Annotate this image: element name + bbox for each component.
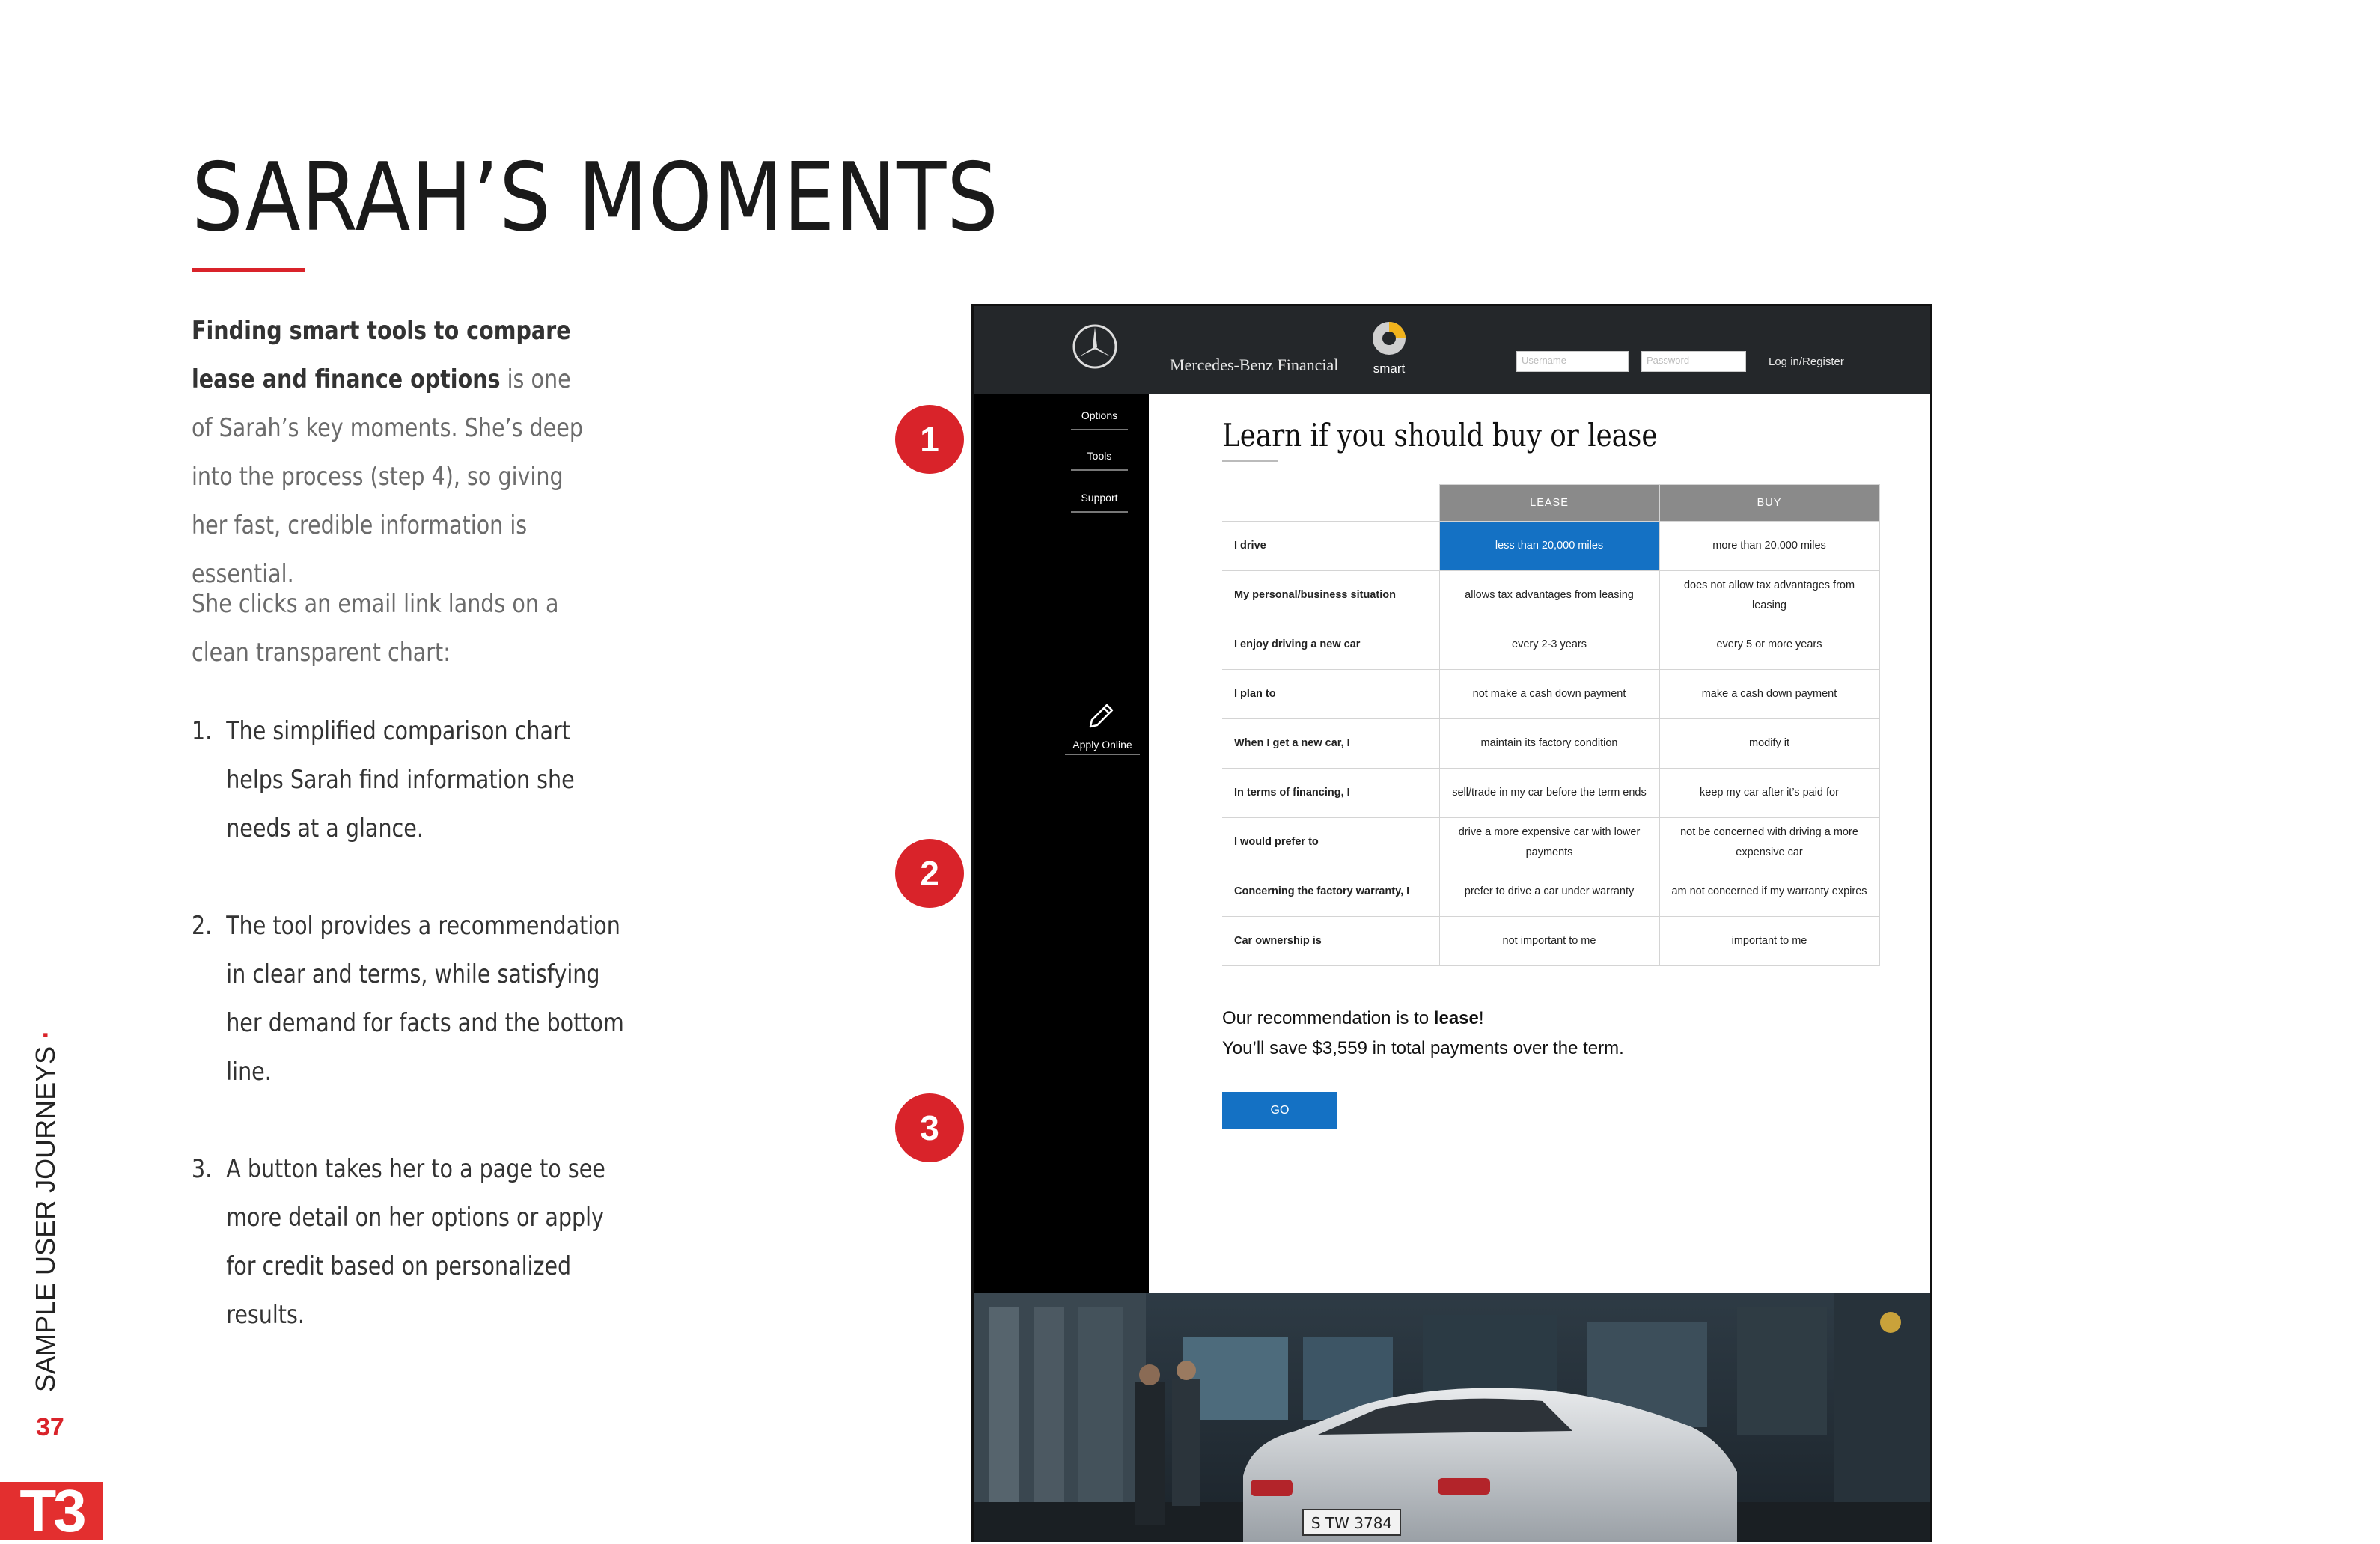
- license-plate: S TW 3784: [1311, 1514, 1392, 1532]
- list-number: 3.: [192, 1154, 213, 1184]
- t3-logo: T3: [0, 1481, 103, 1541]
- lease-option[interactable]: drive a more expensive car with lower pa…: [1438, 817, 1660, 867]
- list-item: 3. A button takes her to a page to see mo…: [192, 1145, 632, 1340]
- sidebar-item-options[interactable]: Options: [1071, 409, 1128, 430]
- list-number: 2.: [192, 911, 213, 941]
- intro-paragraph: Finding smart tools to compare lease and…: [192, 307, 594, 599]
- list-item: 2. The tool provides a recommendation in …: [192, 902, 632, 1096]
- lease-option-selected[interactable]: less than 20,000 miles: [1438, 521, 1660, 571]
- site-header: Mercedes-Benz Financial smart Username P…: [974, 306, 1930, 394]
- recommendation-choice: lease: [1433, 1008, 1479, 1028]
- table-row: Car ownership is not important to me imp…: [1222, 916, 1880, 966]
- lease-option[interactable]: not important to me: [1438, 916, 1660, 966]
- buy-option[interactable]: more than 20,000 miles: [1659, 521, 1880, 571]
- site-sidebar: Options Tools Support Apply Online: [974, 394, 1149, 1293]
- buy-option[interactable]: not be concerned with driving a more exp…: [1659, 817, 1880, 867]
- street-photo: S TW 3784: [974, 1293, 1930, 1542]
- heading-underline: [1222, 460, 1278, 462]
- row-label: I plan to: [1222, 669, 1440, 719]
- lease-option[interactable]: allows tax advantages from leasing: [1438, 570, 1660, 620]
- section-label-text: SAMPLE USER JOURNEYS: [30, 1046, 61, 1392]
- page-title: SARAH’S MOMENTS: [192, 142, 999, 252]
- buy-option[interactable]: important to me: [1659, 916, 1880, 966]
- buy-option[interactable]: keep my car after it’s paid for: [1659, 768, 1880, 818]
- buy-option[interactable]: does not allow tax advantages from leasi…: [1659, 570, 1880, 620]
- lease-option[interactable]: sell/trade in my car before the term end…: [1438, 768, 1660, 818]
- table-row: In terms of financing, I sell/trade in m…: [1222, 768, 1880, 818]
- callout-badge-2: 2: [895, 839, 964, 908]
- page-number: 37: [36, 1413, 64, 1441]
- table-row: I enjoy driving a new car every 2-3 year…: [1222, 620, 1880, 670]
- moments-list: 1. The simplified comparison chart helps …: [192, 707, 632, 1388]
- login-register-link[interactable]: Log in/Register: [1769, 356, 1844, 368]
- buy-option[interactable]: am not concerned if my warranty expires: [1659, 867, 1880, 917]
- table-row: When I get a new car, I maintain its fac…: [1222, 718, 1880, 769]
- table-row: My personal/business situation allows ta…: [1222, 570, 1880, 620]
- context-paragraph: She clicks an email link lands on a clea…: [192, 589, 559, 668]
- row-label: I enjoy driving a new car: [1222, 620, 1440, 670]
- password-input[interactable]: Password: [1641, 351, 1746, 372]
- callout-badge-3: 3: [895, 1093, 964, 1162]
- lease-column-header: LEASE: [1438, 484, 1660, 522]
- table-row: I would prefer to drive a more expensive…: [1222, 817, 1880, 867]
- table-row: I plan to not make a cash down payment m…: [1222, 669, 1880, 719]
- recommendation-suffix: !: [1478, 1008, 1484, 1028]
- comparison-table: LEASE BUY I drive less than 20,000 miles…: [1222, 484, 1880, 966]
- list-item: 1. The simplified comparison chart helps …: [192, 707, 632, 853]
- section-label: SAMPLE USER JOURNEYS ·: [30, 1030, 61, 1392]
- callout-badge-1: 1: [895, 405, 964, 474]
- buy-option[interactable]: make a cash down payment: [1659, 669, 1880, 719]
- row-label: Concerning the factory warranty, I: [1222, 867, 1440, 917]
- apply-online-link[interactable]: Apply Online: [1065, 739, 1140, 755]
- table-row: I drive less than 20,000 miles more than…: [1222, 521, 1880, 571]
- recommendation-prefix: Our recommendation is to: [1222, 1008, 1434, 1028]
- recommendation-text: Our recommendation is to lease!: [1222, 1008, 1484, 1029]
- lease-option[interactable]: every 2-3 years: [1438, 620, 1660, 670]
- row-label: I would prefer to: [1222, 817, 1440, 867]
- lease-option[interactable]: prefer to drive a car under warranty: [1438, 867, 1660, 917]
- buy-option[interactable]: every 5 or more years: [1659, 620, 1880, 670]
- table-header-row: LEASE BUY: [1222, 484, 1880, 522]
- row-label: In terms of financing, I: [1222, 768, 1440, 818]
- smart-brand-label: smart: [1373, 361, 1406, 376]
- buy-option[interactable]: modify it: [1659, 718, 1880, 769]
- table-row: Concerning the factory warranty, I prefe…: [1222, 867, 1880, 917]
- smart-logo-icon[interactable]: [1370, 320, 1408, 357]
- row-label: I drive: [1222, 521, 1440, 571]
- username-input[interactable]: Username: [1516, 351, 1629, 372]
- savings-text: You’ll save $3,559 in total payments ove…: [1222, 1038, 1624, 1058]
- mercedes-star-icon[interactable]: [1071, 323, 1119, 370]
- website-mockup: Mercedes-Benz Financial smart Username P…: [971, 304, 1932, 1542]
- list-text: A button takes her to a page to see more…: [226, 1154, 605, 1330]
- row-label: Car ownership is: [1222, 916, 1440, 966]
- list-text: The simplified comparison chart helps Sa…: [226, 716, 575, 843]
- go-button[interactable]: GO: [1222, 1092, 1337, 1129]
- table-corner: [1222, 484, 1439, 522]
- sidebar-item-support[interactable]: Support: [1071, 492, 1128, 513]
- sidebar-item-tools[interactable]: Tools: [1071, 450, 1128, 471]
- main-content: Learn if you should buy or lease LEASE B…: [1149, 394, 1930, 1293]
- lease-option[interactable]: maintain its factory condition: [1438, 718, 1660, 769]
- title-underline: [192, 268, 305, 272]
- row-label: My personal/business situation: [1222, 570, 1440, 620]
- lease-option[interactable]: not make a cash down payment: [1438, 669, 1660, 719]
- section-dot: ·: [30, 1029, 61, 1039]
- buy-column-header: BUY: [1659, 484, 1880, 522]
- pencil-icon[interactable]: [1084, 700, 1117, 733]
- brand-name[interactable]: Mercedes-Benz Financial: [1170, 356, 1338, 375]
- intro-text: is one of Sarah’s key moments. She’s dee…: [192, 364, 583, 589]
- row-label: When I get a new car, I: [1222, 718, 1440, 769]
- list-text: The tool provides a recommendation in cl…: [226, 911, 624, 1087]
- tool-heading: Learn if you should buy or lease: [1222, 417, 1658, 454]
- list-number: 1.: [192, 716, 213, 746]
